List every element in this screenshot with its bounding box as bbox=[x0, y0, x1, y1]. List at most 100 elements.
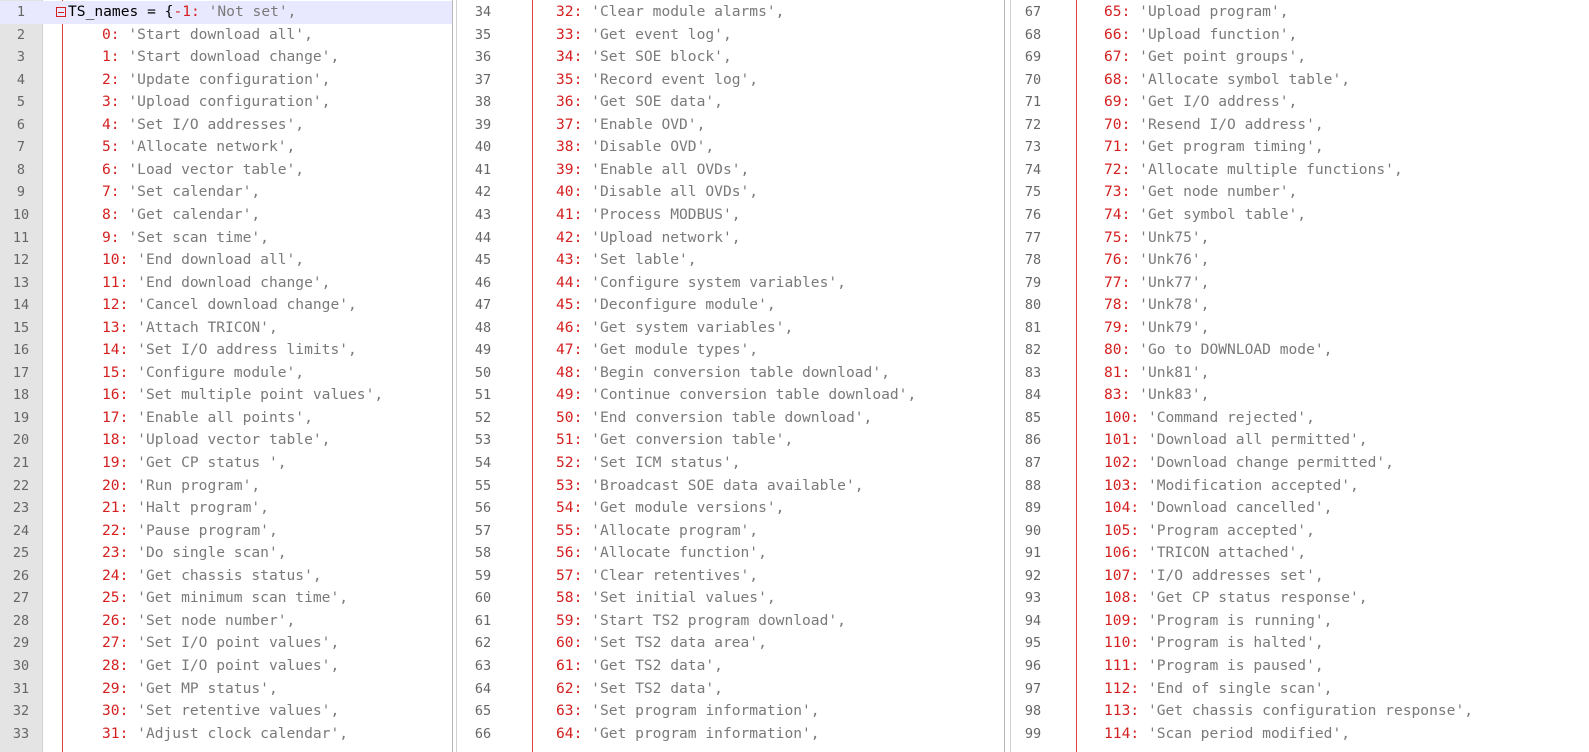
code-line[interactable]: 72 70: 'Resend I/O address', bbox=[1010, 114, 1589, 137]
code-line[interactable]: 53 51: 'Get conversion table', bbox=[456, 429, 1004, 452]
code-line[interactable]: 8 6: 'Load vector table', bbox=[0, 159, 452, 182]
code-line[interactable]: 12 10: 'End download all', bbox=[0, 249, 452, 272]
code-line[interactable]: 71 69: 'Get I/O address', bbox=[1010, 91, 1589, 114]
code-line[interactable]: 70 68: 'Allocate symbol table', bbox=[1010, 69, 1589, 92]
code-line[interactable]: 2 0: 'Start download all', bbox=[0, 24, 452, 47]
code-line[interactable]: 14 12: 'Cancel download change', bbox=[0, 294, 452, 317]
code-line[interactable]: 74 72: 'Allocate multiple functions', bbox=[1010, 159, 1589, 182]
code-line[interactable]: 65 63: 'Set program information', bbox=[456, 700, 1004, 723]
code-line[interactable]: 50 48: 'Begin conversion table download', bbox=[456, 362, 1004, 385]
code-line[interactable]: 27 25: 'Get minimum scan time', bbox=[0, 587, 452, 610]
fold-toggle-icon[interactable] bbox=[56, 7, 66, 17]
code-line[interactable]: 7 5: 'Allocate network', bbox=[0, 136, 452, 159]
code-line[interactable]: 21 19: 'Get CP status ', bbox=[0, 452, 452, 475]
code-line[interactable]: 99 114: 'Scan period modified', bbox=[1010, 723, 1589, 746]
code-line[interactable]: 22 20: 'Run program', bbox=[0, 475, 452, 498]
code-line[interactable]: 82 80: 'Go to DOWNLOAD mode', bbox=[1010, 339, 1589, 362]
code-line[interactable]: 45 43: 'Set lable', bbox=[456, 249, 1004, 272]
code-line[interactable]: 75 73: 'Get node number', bbox=[1010, 181, 1589, 204]
code-line[interactable]: 29 27: 'Set I/O point values', bbox=[0, 632, 452, 655]
code-line[interactable]: 40 38: 'Disable OVD', bbox=[456, 136, 1004, 159]
code-line[interactable]: 52 50: 'End conversion table download', bbox=[456, 407, 1004, 430]
code-line[interactable]: 98 113: 'Get chassis configuration respon… bbox=[1010, 700, 1589, 723]
code-line[interactable]: 38 36: 'Get SOE data', bbox=[456, 91, 1004, 114]
code-line[interactable]: 4 2: 'Update configuration', bbox=[0, 69, 452, 92]
code-line[interactable]: 23 21: 'Halt program', bbox=[0, 497, 452, 520]
code-line[interactable]: 37 35: 'Record event log', bbox=[456, 69, 1004, 92]
code-line[interactable]: 93 108: 'Get CP status response', bbox=[1010, 587, 1589, 610]
code-line[interactable]: 18 16: 'Set multiple point values', bbox=[0, 384, 452, 407]
code-line[interactable]: 31 29: 'Get MP status', bbox=[0, 678, 452, 701]
code-line[interactable]: 1 TS_names = {-1: 'Not set', bbox=[0, 1, 452, 24]
code-line[interactable]: 55 53: 'Broadcast SOE data available', bbox=[456, 475, 1004, 498]
code-line[interactable]: 64 62: 'Set TS2 data', bbox=[456, 678, 1004, 701]
code-line[interactable]: 32 30: 'Set retentive values', bbox=[0, 700, 452, 723]
code-line[interactable]: 24 22: 'Pause program', bbox=[0, 520, 452, 543]
code-line[interactable]: 39 37: 'Enable OVD', bbox=[456, 114, 1004, 137]
code-line[interactable]: 46 44: 'Configure system variables', bbox=[456, 272, 1004, 295]
code-line[interactable]: 63 61: 'Get TS2 data', bbox=[456, 655, 1004, 678]
code-line[interactable]: 96 111: 'Program is paused', bbox=[1010, 655, 1589, 678]
code-line[interactable]: 13 11: 'End download change', bbox=[0, 272, 452, 295]
code-line[interactable]: 26 24: 'Get chassis status', bbox=[0, 565, 452, 588]
code-line[interactable]: 81 79: 'Unk79', bbox=[1010, 317, 1589, 340]
code-line[interactable]: 57 55: 'Allocate program', bbox=[456, 520, 1004, 543]
code-line[interactable]: 89 104: 'Download cancelled', bbox=[1010, 497, 1589, 520]
code-line[interactable]: 35 33: 'Get event log', bbox=[456, 24, 1004, 47]
code-line[interactable]: 76 74: 'Get symbol table', bbox=[1010, 204, 1589, 227]
code-line[interactable]: 30 28: 'Get I/O point values', bbox=[0, 655, 452, 678]
code-line[interactable]: 90 105: 'Program accepted', bbox=[1010, 520, 1589, 543]
code-line[interactable]: 19 17: 'Enable all points', bbox=[0, 407, 452, 430]
editor-pane-3[interactable]: 67 65: 'Upload program', 68 66: 'Upload fun… bbox=[1010, 0, 1589, 752]
code-line[interactable]: 68 66: 'Upload function', bbox=[1010, 24, 1589, 47]
code-line[interactable]: 9 7: 'Set calendar', bbox=[0, 181, 452, 204]
code-line[interactable]: 44 42: 'Upload network', bbox=[456, 227, 1004, 250]
code-line[interactable]: 95 110: 'Program is halted', bbox=[1010, 632, 1589, 655]
code-line[interactable]: 77 75: 'Unk75', bbox=[1010, 227, 1589, 250]
code-line[interactable]: 66 64: 'Get program information', bbox=[456, 723, 1004, 746]
code-line[interactable]: 20 18: 'Upload vector table', bbox=[0, 429, 452, 452]
code-line[interactable]: 86 101: 'Download all permitted', bbox=[1010, 429, 1589, 452]
code-line[interactable]: 60 58: 'Set initial values', bbox=[456, 587, 1004, 610]
code-line[interactable]: 56 54: 'Get module versions', bbox=[456, 497, 1004, 520]
code-line[interactable]: 36 34: 'Set SOE block', bbox=[456, 46, 1004, 69]
code-line[interactable]: 94 109: 'Program is running', bbox=[1010, 610, 1589, 633]
code-line[interactable]: 61 59: 'Start TS2 program download', bbox=[456, 610, 1004, 633]
code-line[interactable]: 42 40: 'Disable all OVDs', bbox=[456, 181, 1004, 204]
code-line[interactable]: 91 106: 'TRICON attached', bbox=[1010, 542, 1589, 565]
code-line[interactable]: 41 39: 'Enable all OVDs', bbox=[456, 159, 1004, 182]
code-line[interactable]: 92 107: 'I/O addresses set', bbox=[1010, 565, 1589, 588]
code-line[interactable]: 58 56: 'Allocate function', bbox=[456, 542, 1004, 565]
code-line[interactable]: 97 112: 'End of single scan', bbox=[1010, 678, 1589, 701]
code-line[interactable]: 28 26: 'Set node number', bbox=[0, 610, 452, 633]
code-line[interactable]: 5 3: 'Upload configuration', bbox=[0, 91, 452, 114]
code-line[interactable]: 85 100: 'Command rejected', bbox=[1010, 407, 1589, 430]
code-line[interactable]: 34 32: 'Clear module alarms', bbox=[456, 1, 1004, 24]
editor-pane-1[interactable]: 1 TS_names = {-1: 'Not set', 2 0: 'Start do… bbox=[0, 0, 453, 752]
code-line[interactable]: 17 15: 'Configure module', bbox=[0, 362, 452, 385]
code-line[interactable]: 80 78: 'Unk78', bbox=[1010, 294, 1589, 317]
code-line[interactable]: 88 103: 'Modification accepted', bbox=[1010, 475, 1589, 498]
code-line[interactable]: 25 23: 'Do single scan', bbox=[0, 542, 452, 565]
code-line[interactable]: 3 1: 'Start download change', bbox=[0, 46, 452, 69]
code-line[interactable]: 79 77: 'Unk77', bbox=[1010, 272, 1589, 295]
code-line[interactable]: 6 4: 'Set I/O addresses', bbox=[0, 114, 452, 137]
code-line[interactable]: 43 41: 'Process MODBUS', bbox=[456, 204, 1004, 227]
code-line[interactable]: 69 67: 'Get point groups', bbox=[1010, 46, 1589, 69]
code-line[interactable]: 47 45: 'Deconfigure module', bbox=[456, 294, 1004, 317]
code-line[interactable]: 48 46: 'Get system variables', bbox=[456, 317, 1004, 340]
code-line[interactable]: 10 8: 'Get calendar', bbox=[0, 204, 452, 227]
code-line[interactable]: 73 71: 'Get program timing', bbox=[1010, 136, 1589, 159]
code-line[interactable]: 67 65: 'Upload program', bbox=[1010, 1, 1589, 24]
code-line[interactable]: 54 52: 'Set ICM status', bbox=[456, 452, 1004, 475]
code-line[interactable]: 78 76: 'Unk76', bbox=[1010, 249, 1589, 272]
code-line[interactable]: 51 49: 'Continue conversion table downloa… bbox=[456, 384, 1004, 407]
code-line[interactable]: 11 9: 'Set scan time', bbox=[0, 227, 452, 250]
code-line[interactable]: 33 31: 'Adjust clock calendar', bbox=[0, 723, 452, 746]
code-line[interactable]: 84 83: 'Unk83', bbox=[1010, 384, 1589, 407]
code-line[interactable]: 49 47: 'Get module types', bbox=[456, 339, 1004, 362]
code-line[interactable]: 62 60: 'Set TS2 data area', bbox=[456, 632, 1004, 655]
code-line[interactable]: 16 14: 'Set I/O address limits', bbox=[0, 339, 452, 362]
editor-pane-2[interactable]: 34 32: 'Clear module alarms', 35 33: 'Get e… bbox=[456, 0, 1005, 752]
code-line[interactable]: 59 57: 'Clear retentives', bbox=[456, 565, 1004, 588]
